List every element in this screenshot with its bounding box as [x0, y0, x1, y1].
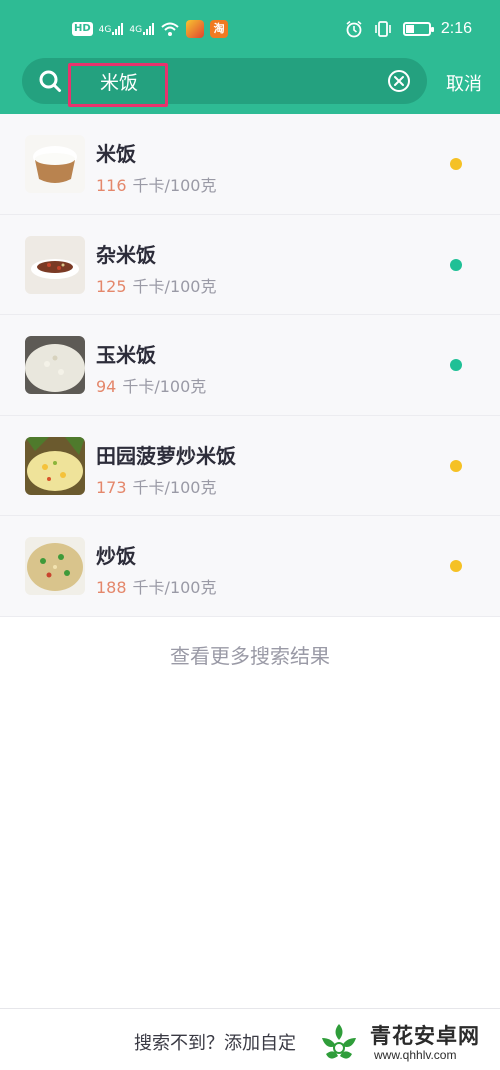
- calorie-unit: 千卡/100克: [132, 578, 217, 597]
- food-thumbnail: [25, 135, 85, 193]
- clock: 2:16: [440, 20, 472, 37]
- list-item[interactable]: 杂米饭 125 千卡/100克: [0, 215, 500, 315]
- calorie-unit: 千卡/100克: [122, 377, 207, 396]
- calorie-value: 94: [96, 377, 117, 396]
- search-header: 取消: [0, 56, 500, 114]
- wifi-icon: [161, 22, 179, 36]
- status-bar: HD 4G 4G 淘 2:16: [0, 0, 500, 56]
- food-calories: 125 千卡/100克: [96, 273, 216, 297]
- food-name: 田园菠萝炒米饭: [96, 443, 236, 468]
- calorie-unit: 千卡/100克: [132, 477, 217, 497]
- food-thumbnail: [25, 336, 85, 394]
- result-list: 米饭 116 千卡/100克 杂米饭 125 千卡/100克 玉米饭 94 千卡/10…: [0, 114, 500, 617]
- rating-dot: [450, 359, 462, 371]
- watermark-logo: [322, 1024, 356, 1059]
- status-left: HD 4G 4G 淘: [72, 18, 229, 40]
- watermark-title: 青花安卓网: [370, 1024, 480, 1048]
- clear-icon[interactable]: [387, 69, 411, 93]
- status-right: 2:16: [345, 18, 472, 40]
- taobao-notification-icon: 淘: [210, 20, 229, 38]
- signal-icon: 4G: [99, 23, 124, 35]
- food-name: 炒饭: [96, 544, 136, 568]
- rating-dot: [450, 560, 462, 572]
- calorie-value: 116: [96, 176, 127, 195]
- signal-label-2: 4G: [129, 25, 143, 35]
- rating-dot: [450, 459, 462, 472]
- signal-label-1: 4G: [98, 25, 112, 35]
- calorie-value: 125: [96, 276, 127, 296]
- battery-icon: [402, 22, 434, 36]
- annotation-highlight-box: [68, 63, 168, 107]
- food-thumbnail: [25, 235, 85, 294]
- calorie-value: 188: [96, 578, 127, 597]
- food-name: 玉米饭: [96, 343, 156, 367]
- food-calories: 173 千卡/100克: [96, 474, 216, 498]
- app-notification-icon: [186, 20, 205, 38]
- food-thumbnail: [25, 537, 85, 595]
- list-item[interactable]: 玉米饭 94 千卡/100克: [0, 315, 500, 416]
- calorie-unit: 千卡/100克: [132, 276, 217, 296]
- list-item[interactable]: 米饭 116 千卡/100克: [0, 114, 500, 215]
- food-thumbnail: [25, 436, 85, 495]
- hd-badge: HD: [72, 22, 93, 36]
- vibrate-icon: [375, 21, 391, 37]
- food-calories: 116 千卡/100克: [96, 172, 216, 196]
- watermark-url: www.qhhlv.com: [374, 1048, 457, 1062]
- rating-dot: [450, 258, 462, 271]
- add-custom-food-link[interactable]: 搜索不到？添加自定: [134, 1029, 300, 1055]
- food-calories: 94 千卡/100克: [96, 373, 206, 397]
- list-item[interactable]: 炒饭 188 千卡/100克: [0, 516, 500, 617]
- food-calories: 188 千卡/100克: [96, 574, 216, 598]
- food-name: 杂米饭: [96, 242, 156, 267]
- list-item[interactable]: 田园菠萝炒米饭 173 千卡/100克: [0, 416, 500, 516]
- food-name: 米饭: [96, 142, 136, 166]
- alarm-icon: [346, 20, 362, 38]
- rating-dot: [450, 158, 462, 170]
- cancel-button[interactable]: 取消: [446, 70, 482, 96]
- calorie-unit: 千卡/100克: [132, 176, 217, 195]
- more-results-link[interactable]: 查看更多搜索结果: [0, 640, 500, 669]
- watermark: 青花安卓网 www.qhhlv.com: [312, 1018, 500, 1070]
- calorie-value: 173: [96, 477, 127, 497]
- search-icon: [39, 70, 61, 92]
- signal-icon: 4G: [129, 23, 155, 35]
